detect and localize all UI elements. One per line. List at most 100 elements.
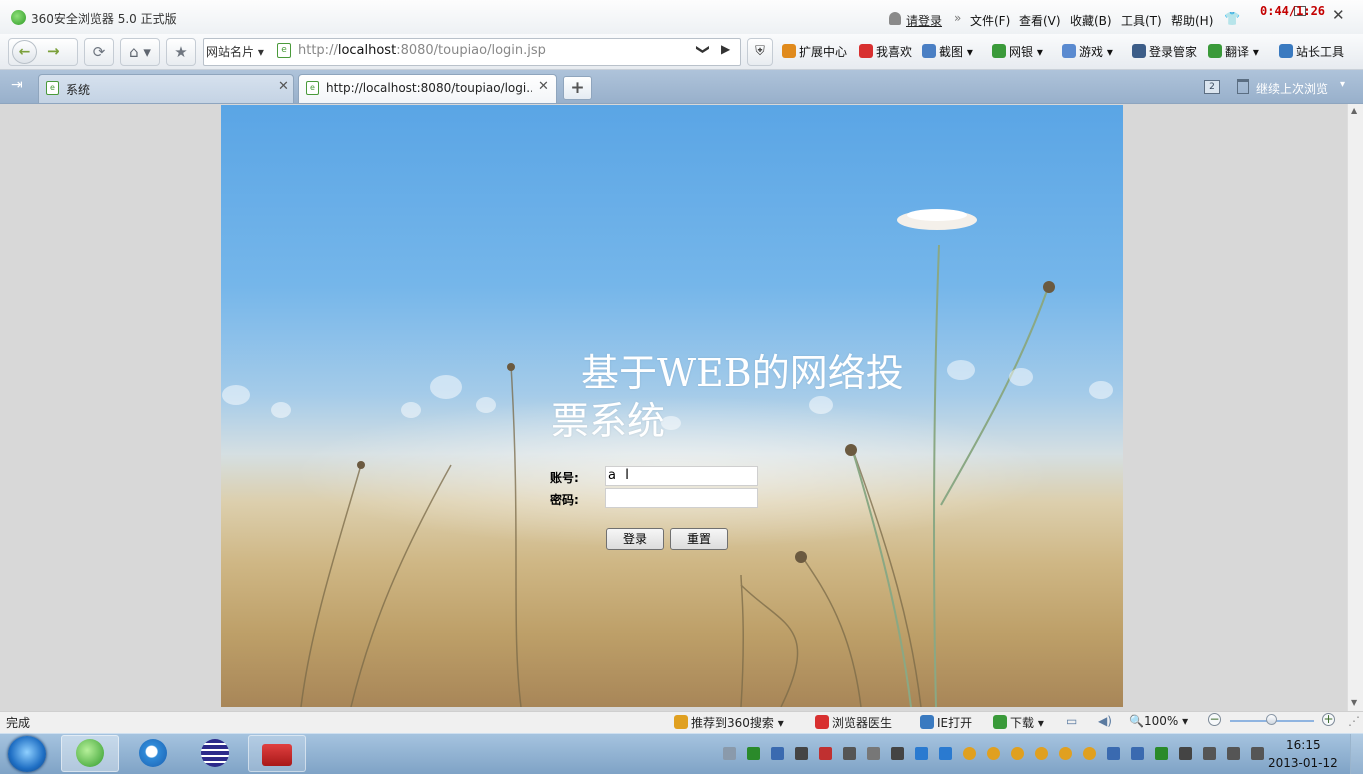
toolbar-item-label: 游戏 ▾ <box>1079 45 1113 59</box>
tray-icon[interactable] <box>1011 747 1024 760</box>
security-shield-button[interactable]: ⛨ <box>747 38 773 66</box>
restore-session-button[interactable]: 继续上次浏览 <box>1256 80 1328 97</box>
skin-shirt-icon[interactable]: 👕 <box>1224 12 1240 27</box>
tray-icon[interactable] <box>723 747 736 760</box>
zoom-control[interactable]: 🔍100% ▾ <box>1129 714 1188 728</box>
tray-icon[interactable] <box>1203 747 1216 760</box>
tray-icon[interactable] <box>747 747 760 760</box>
home-button[interactable]: ⌂ ▾ <box>120 38 160 66</box>
vertical-scrollbar[interactable] <box>1347 104 1363 711</box>
magnifier-icon: 🔍 <box>1129 714 1144 728</box>
reset-button[interactable]: 重置 <box>670 528 728 550</box>
zoom-label: 100% ▾ <box>1143 714 1189 728</box>
toolbar-item-7[interactable]: 站长工具 <box>1279 43 1344 60</box>
url-history-dropdown-icon[interactable]: ❯ <box>695 44 710 55</box>
start-button[interactable] <box>8 736 46 772</box>
tray-icon[interactable] <box>1179 747 1192 760</box>
closed-tabs-count-icon[interactable]: 2 <box>1204 80 1220 94</box>
ie-icon <box>139 739 167 767</box>
zoom-slider-handle[interactable] <box>1266 714 1277 725</box>
tray-icon[interactable] <box>939 747 952 760</box>
tray-icon[interactable] <box>1131 747 1144 760</box>
toolbar-item-2[interactable]: 截图 ▾ <box>922 43 973 60</box>
refresh-button[interactable]: ⟳ <box>84 38 114 66</box>
tray-icon[interactable] <box>795 747 808 760</box>
trash-icon[interactable] <box>1237 79 1249 94</box>
menu-tools[interactable]: 工具(T) <box>1121 12 1162 29</box>
recommend-360-search-button[interactable]: 推荐到360搜索 ▾ <box>674 714 784 731</box>
tray-icon[interactable] <box>1251 747 1264 760</box>
tab-label: 系统 <box>66 83 91 97</box>
back-button[interactable]: ← <box>12 40 37 64</box>
toolbar-item-6[interactable]: 翻译 ▾ <box>1208 43 1259 60</box>
site-card-dropdown[interactable]: 网站名片 ▾ <box>206 43 264 60</box>
zoom-out-button[interactable]: − <box>1208 713 1221 726</box>
ie-open-button[interactable]: IE打开 <box>920 714 972 731</box>
tray-icon[interactable] <box>819 747 832 760</box>
scroll-up-icon[interactable]: ▲ <box>1351 106 1357 115</box>
forward-button[interactable]: → <box>47 42 60 60</box>
tray-icon[interactable] <box>1035 747 1048 760</box>
go-button[interactable]: ▶ <box>721 42 730 56</box>
tray-icon[interactable] <box>1107 747 1120 760</box>
user-icon[interactable] <box>889 12 901 25</box>
tab-close-icon[interactable]: ✕ <box>278 79 289 94</box>
tray-icon[interactable] <box>963 747 976 760</box>
favorite-button[interactable]: ★ <box>166 38 196 66</box>
account-label: 账号: <box>550 471 579 485</box>
tray-icon[interactable] <box>867 747 880 760</box>
tray-icon[interactable] <box>843 747 856 760</box>
toolbar-item-1[interactable]: 我喜欢 <box>859 43 912 60</box>
status-text: 完成 <box>6 716 31 730</box>
eclipse-icon <box>201 739 229 767</box>
login-button[interactable]: 登录 <box>606 528 664 550</box>
toolbar-item-4[interactable]: 游戏 ▾ <box>1062 43 1113 60</box>
menu-view[interactable]: 查看(V) <box>1019 12 1061 29</box>
sidebar-toggle-icon[interactable]: ⇥ <box>11 77 23 93</box>
tray-icon[interactable] <box>1059 747 1072 760</box>
webmaster-icon <box>1279 44 1293 58</box>
window-mode-icon[interactable]: ▭ <box>1066 714 1077 728</box>
toolbar-item-label: 我喜欢 <box>876 45 913 59</box>
tray-icon[interactable] <box>1227 747 1240 760</box>
password-input[interactable] <box>605 488 758 508</box>
tray-icon[interactable] <box>1155 747 1168 760</box>
tray-icon[interactable] <box>771 747 784 760</box>
tray-icon[interactable] <box>1083 747 1096 760</box>
game-icon <box>1062 44 1076 58</box>
login-link[interactable]: 请登录 <box>906 12 942 29</box>
toolbar-item-label: 站长工具 <box>1296 45 1345 59</box>
resize-grip-icon[interactable]: ⋰ <box>1348 714 1360 728</box>
tab-favicon-icon: e <box>306 81 319 95</box>
tray-icon[interactable] <box>891 747 904 760</box>
clock-time[interactable]: 16:15 <box>1286 738 1321 752</box>
menu-favorites[interactable]: 收藏(B) <box>1070 12 1112 29</box>
page-title: 基于WEB的网络投票系统 <box>551 351 904 443</box>
download-button[interactable]: 下载 ▾ <box>993 714 1044 731</box>
tray-icon[interactable] <box>915 747 928 760</box>
recording-timer: 0:44/1:26 <box>1260 4 1326 18</box>
zoom-in-button[interactable]: + <box>1322 713 1335 726</box>
more-chevron-icon[interactable]: » <box>954 11 961 25</box>
toolbar-item-5[interactable]: 登录管家 <box>1132 43 1197 60</box>
password-label: 密码: <box>550 493 579 507</box>
tray-icon[interactable] <box>987 747 1000 760</box>
tab-favicon-icon: e <box>46 81 59 95</box>
restore-dropdown-icon[interactable]: ▾ <box>1340 79 1345 90</box>
thumbs-up-icon <box>674 715 688 729</box>
toolbar-item-3[interactable]: 网银 ▾ <box>992 43 1043 60</box>
show-desktop-button[interactable] <box>1350 734 1363 774</box>
scroll-down-icon[interactable]: ▼ <box>1351 698 1357 707</box>
clock-date[interactable]: 2013-01-12 <box>1268 756 1338 770</box>
browser-doctor-button[interactable]: 浏览器医生 <box>815 714 892 731</box>
toolbar-item-0[interactable]: 扩展中心 <box>782 43 847 60</box>
url-text[interactable]: http://localhost:8080/toupiao/login.jsp <box>298 43 546 58</box>
menu-help[interactable]: 帮助(H) <box>1171 12 1213 29</box>
sound-icon[interactable]: ◀) <box>1098 714 1112 728</box>
menu-file[interactable]: 文件(F) <box>970 12 1010 29</box>
tab-close-icon[interactable]: ✕ <box>538 79 549 94</box>
key-icon <box>1132 44 1146 58</box>
text-cursor-icon: Ⅰ <box>625 467 630 483</box>
new-tab-button[interactable]: + <box>563 76 592 100</box>
close-window-button[interactable]: ✕ <box>1332 6 1345 24</box>
